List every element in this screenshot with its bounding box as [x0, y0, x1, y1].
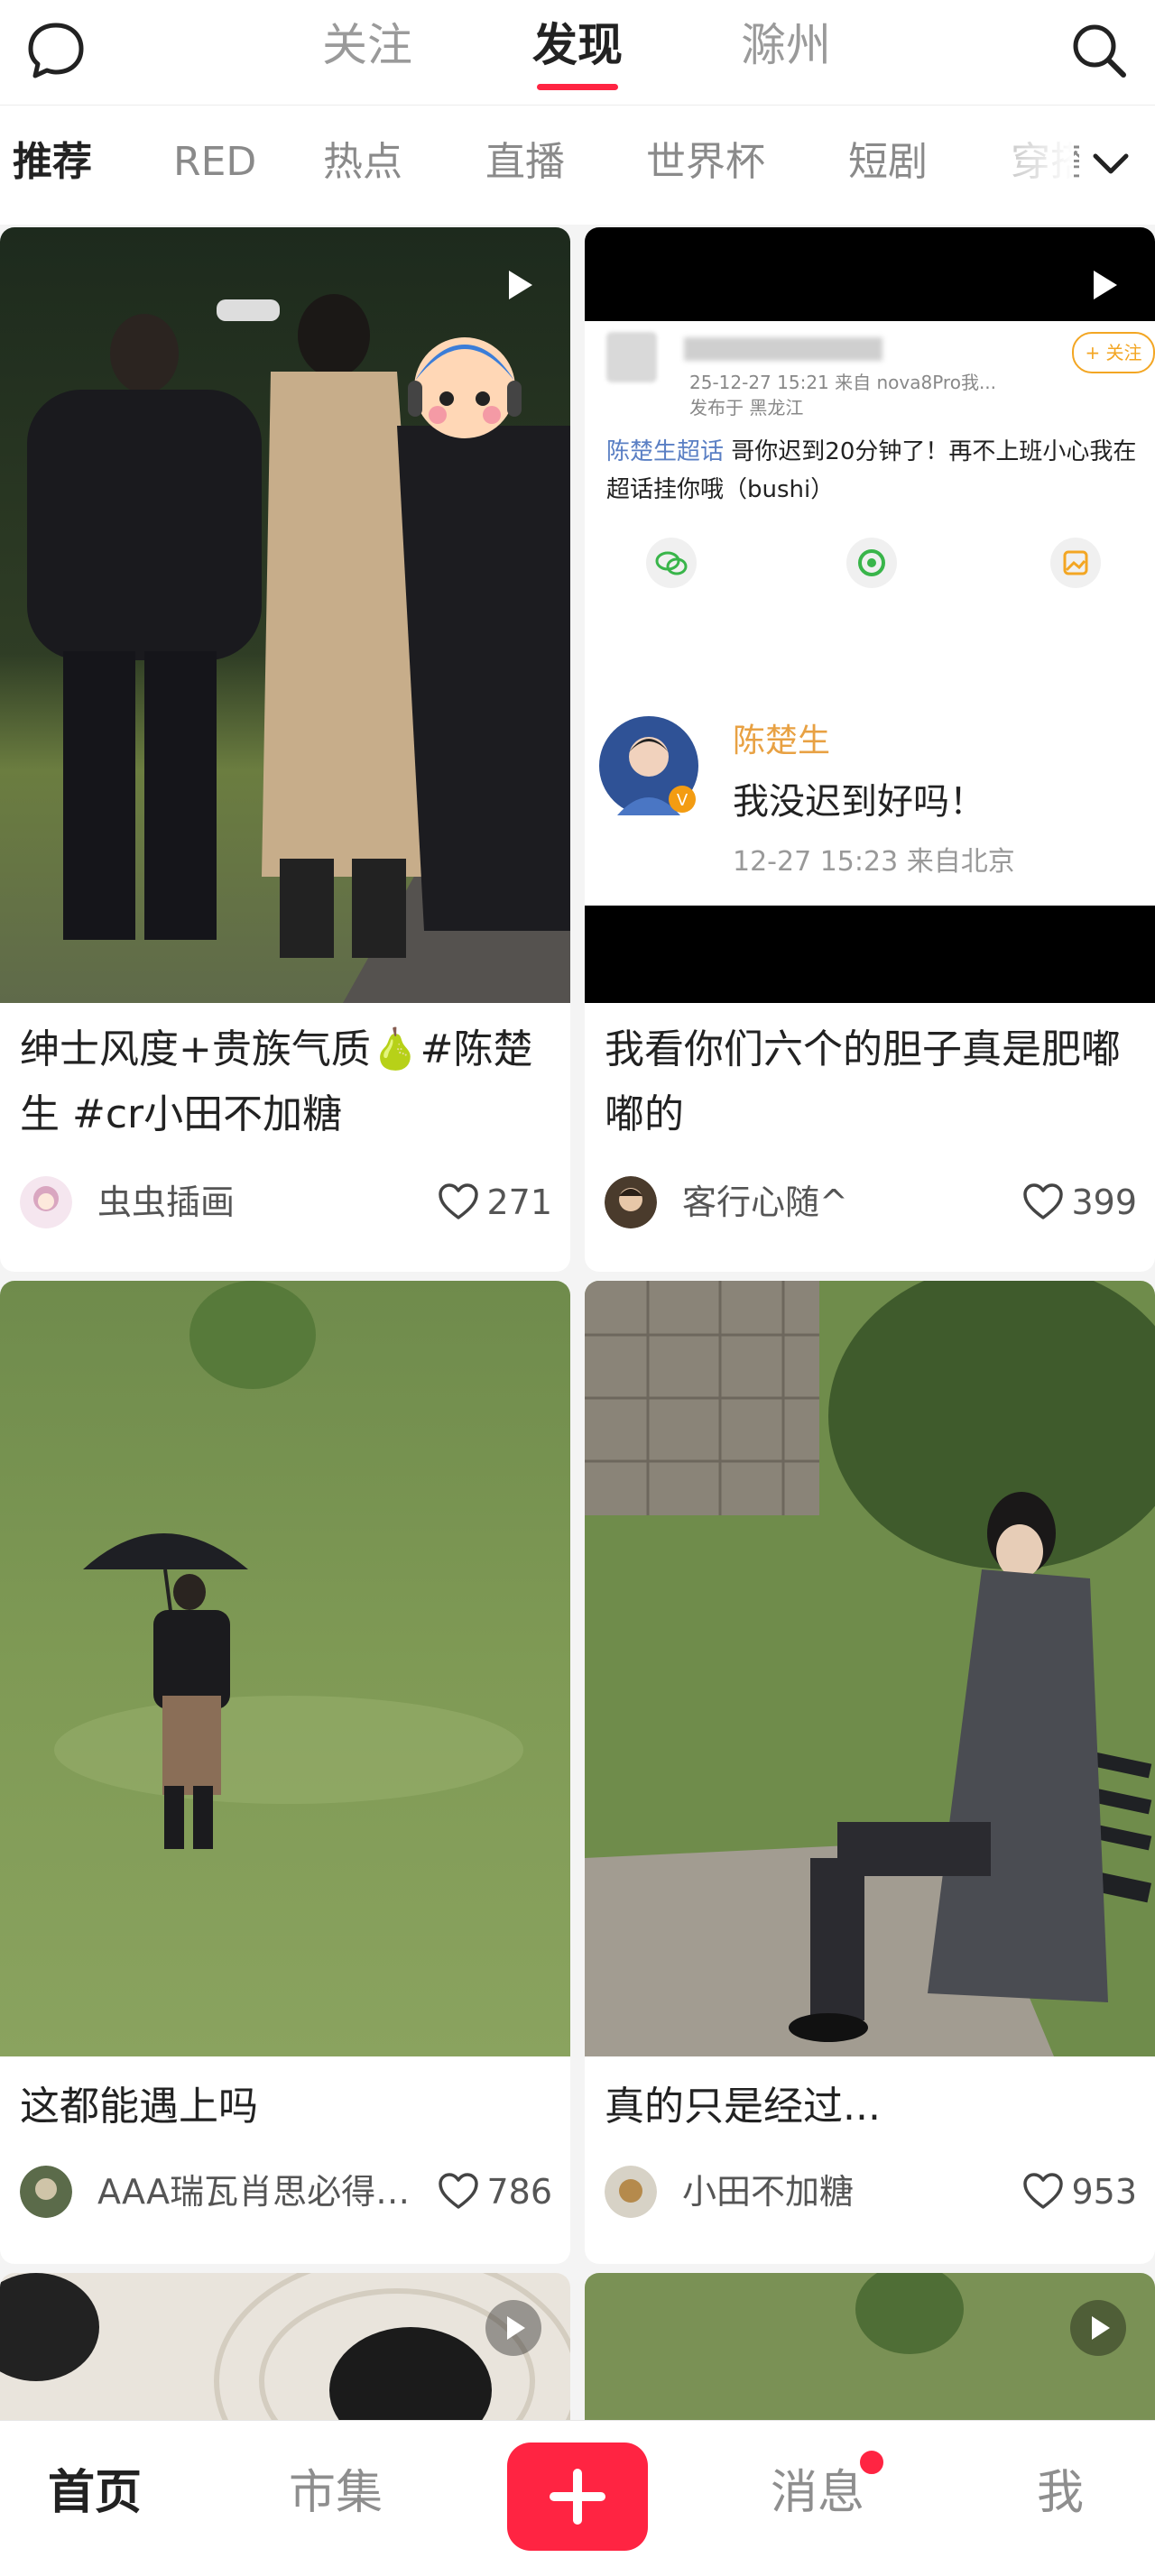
- like-count: 786: [486, 2172, 552, 2212]
- avatar: [20, 1176, 72, 1228]
- like-button[interactable]: 399: [1021, 1176, 1137, 1228]
- save-image-icon: [1050, 538, 1101, 588]
- like-count: 399: [1071, 1182, 1137, 1222]
- avatar: [20, 2166, 72, 2218]
- blurred-avatar: [606, 332, 657, 382]
- active-tab-underline: [537, 84, 618, 90]
- video-play-icon: [1070, 2300, 1126, 2356]
- feed-card[interactable]: 真的只是经过... 小田不加糖 953: [585, 1281, 1155, 2264]
- tab-market[interactable]: 市集: [245, 2457, 426, 2529]
- like-button[interactable]: 786: [436, 2166, 552, 2218]
- reply-name: 陈楚生: [733, 722, 831, 759]
- channel-hot[interactable]: 热点: [323, 135, 402, 189]
- post-meta: 25-12-27 15:21 来自 nova8Pro我...: [689, 372, 997, 393]
- chat-bubble-icon[interactable]: [23, 18, 88, 83]
- moments-share-icon: [846, 538, 897, 588]
- tab-local[interactable]: 滁州: [696, 9, 876, 81]
- cover-photo-man-on-bench: [585, 1281, 1155, 2056]
- card-title: 这都能遇上吗: [20, 2084, 258, 2130]
- feed-card[interactable]: 绅士风度+贵族气质🍐#陈楚生 #cr小田不加糖 虫虫插画 271: [0, 227, 570, 1272]
- channel-red[interactable]: RED: [173, 135, 256, 189]
- post-text: 陈楚生超话 哥你迟到20分钟了！再不上班小心我在超话挂你哦（bushi）: [606, 433, 1148, 509]
- card-cover-image[interactable]: [585, 1281, 1155, 2056]
- avatar: V: [599, 716, 698, 815]
- super-topic-tag: 陈楚生超话: [606, 438, 725, 465]
- bottom-tab-bar: 首页 市集 消息 我: [0, 2420, 1155, 2576]
- cover-photo-umbrella-lawn: [0, 1281, 570, 2056]
- heart-icon: [439, 1183, 479, 1219]
- like-count: 271: [486, 1182, 552, 1222]
- like-button[interactable]: 953: [1021, 2166, 1137, 2218]
- post-location: 发布于 黑龙江: [689, 397, 804, 419]
- card-cover-image[interactable]: [0, 1281, 570, 2056]
- weibo-screenshot: + 关注 25-12-27 15:21 来自 nova8Pro我... 发布于 …: [585, 321, 1155, 906]
- author-name[interactable]: 虫虫插画: [97, 1176, 235, 1228]
- author-name[interactable]: 客行心随^: [682, 1176, 848, 1228]
- tab-home[interactable]: 首页: [5, 2457, 185, 2529]
- avatar: [605, 2166, 657, 2218]
- card-title: 绅士风度+贵族气质🍐#陈楚生 #cr小田不加糖: [20, 1026, 533, 1137]
- channel-bar: 推荐 RED 热点 直播 世界杯 短剧 穿搭: [0, 106, 1155, 225]
- plus-icon: [550, 2469, 605, 2525]
- like-count: 953: [1071, 2172, 1137, 2212]
- avatar: [605, 1176, 657, 1228]
- tab-me[interactable]: 我: [970, 2457, 1150, 2529]
- video-play-icon: [1094, 271, 1117, 299]
- feed-card[interactable]: 这都能遇上吗 AAA瑞瓦肖思必得… 786: [0, 1281, 570, 2264]
- video-play-icon: [509, 271, 532, 299]
- card-cover-image[interactable]: [0, 227, 570, 1003]
- heart-icon: [1023, 2173, 1064, 2209]
- heart-icon: [1023, 1183, 1064, 1219]
- cover-photo-people-park: [0, 227, 570, 1003]
- like-button[interactable]: 271: [436, 1176, 552, 1228]
- channel-live[interactable]: 直播: [485, 135, 565, 189]
- wechat-share-icon: [646, 538, 697, 588]
- blurred-username: [684, 337, 882, 361]
- author-name[interactable]: 小田不加糖: [682, 2166, 854, 2218]
- channel-short-drama[interactable]: 短剧: [848, 135, 928, 189]
- channel-fade: [929, 106, 1074, 225]
- channel-world-cup[interactable]: 世界杯: [646, 135, 765, 189]
- reply-meta: 12-27 15:23 来自北京: [733, 846, 1015, 878]
- channel-recommend[interactable]: 推荐: [13, 135, 92, 189]
- card-title: 真的只是经过...: [605, 2084, 881, 2130]
- heart-icon: [439, 2173, 479, 2209]
- add-post-button[interactable]: [507, 2443, 648, 2551]
- reply-text: 我没迟到好吗！: [733, 781, 985, 823]
- card-title: 我看你们六个的胆子真是肥嘟嘟的: [605, 1026, 1121, 1137]
- chevron-down-icon[interactable]: [1079, 133, 1142, 196]
- author-name[interactable]: AAA瑞瓦肖思必得…: [97, 2166, 410, 2218]
- message-badge: [857, 2448, 886, 2477]
- tab-discover-label: 发现: [532, 19, 623, 71]
- search-icon[interactable]: [1067, 18, 1132, 83]
- top-navigation: 关注 发现 滁州: [0, 0, 1155, 106]
- tab-following[interactable]: 关注: [277, 9, 457, 81]
- video-play-icon: [485, 2300, 541, 2356]
- follow-button: + 关注: [1072, 332, 1155, 373]
- tab-discover[interactable]: 发现: [487, 9, 668, 90]
- feed-card[interactable]: + 关注 25-12-27 15:21 来自 nova8Pro我... 发布于 …: [585, 227, 1155, 1272]
- card-cover-image[interactable]: + 关注 25-12-27 15:21 来自 nova8Pro我... 发布于 …: [585, 227, 1155, 1003]
- svg-text:V: V: [677, 791, 688, 810]
